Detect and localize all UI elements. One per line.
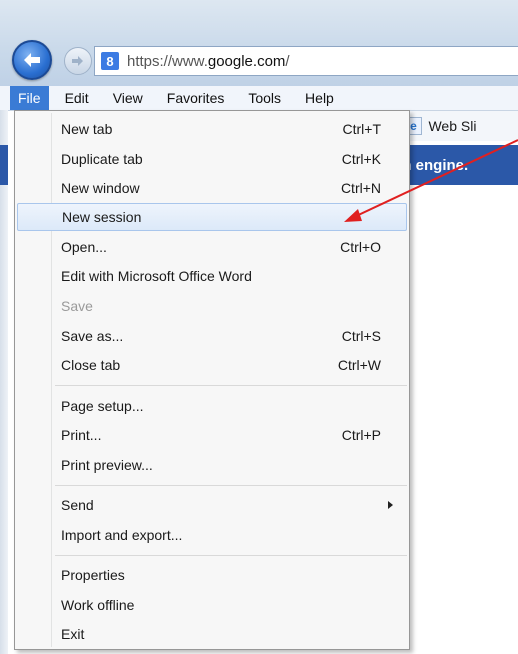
annotation-arrow-icon [344,139,518,222]
